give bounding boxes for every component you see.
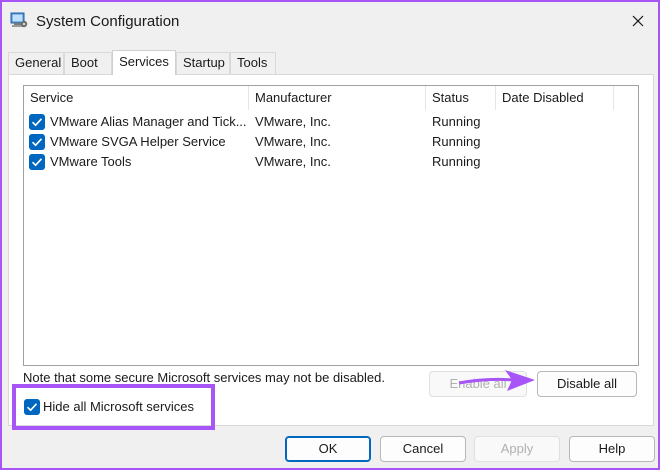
services-panel: Service Manufacturer Status Date Disable…: [8, 74, 654, 426]
service-status: Running: [432, 134, 481, 149]
service-manufacturer: VMware, Inc.: [255, 154, 331, 169]
checkbox-checked-icon[interactable]: [29, 114, 45, 130]
title-bar: System Configuration: [2, 2, 658, 42]
service-name: VMware Tools: [50, 154, 132, 169]
apply-button[interactable]: Apply: [474, 436, 560, 462]
column-header-date-disabled[interactable]: Date Disabled: [496, 86, 614, 110]
ok-button[interactable]: OK: [285, 436, 371, 462]
table-row[interactable]: VMware Tools VMware, Inc. Running: [24, 152, 638, 172]
service-status: Running: [432, 114, 481, 129]
service-date-disabled: [502, 132, 612, 152]
tab-startup[interactable]: Startup: [176, 52, 230, 74]
table-row[interactable]: VMware Alias Manager and Tick... VMware,…: [24, 112, 638, 132]
service-status: Running: [432, 154, 481, 169]
checkbox-checked-icon[interactable]: [24, 399, 40, 415]
tab-boot[interactable]: Boot: [64, 52, 112, 74]
checkbox-checked-icon[interactable]: [29, 134, 45, 150]
close-icon[interactable]: [624, 8, 652, 34]
tab-services[interactable]: Services: [112, 50, 176, 75]
column-header-status[interactable]: Status: [426, 86, 496, 110]
tab-general[interactable]: General: [8, 52, 64, 74]
services-list[interactable]: Service Manufacturer Status Date Disable…: [23, 85, 639, 366]
column-header-service[interactable]: Service: [24, 86, 249, 110]
secure-services-note: Note that some secure Microsoft services…: [23, 370, 385, 385]
column-header-manufacturer[interactable]: Manufacturer: [249, 86, 426, 110]
system-configuration-window: System Configuration General Boot Servic…: [0, 0, 660, 470]
service-date-disabled: [502, 112, 612, 132]
dialog-button-bar: OK Cancel Apply Help: [2, 426, 658, 468]
help-button[interactable]: Help: [569, 436, 655, 462]
checkbox-checked-icon[interactable]: [29, 154, 45, 170]
table-row[interactable]: VMware SVGA Helper Service VMware, Inc. …: [24, 132, 638, 152]
service-name: VMware Alias Manager and Tick...: [50, 114, 246, 129]
tab-tools[interactable]: Tools: [230, 52, 276, 74]
annotation-arrow-icon: [458, 370, 535, 391]
service-name: VMware SVGA Helper Service: [50, 134, 226, 149]
cancel-button[interactable]: Cancel: [380, 436, 466, 462]
service-manufacturer: VMware, Inc.: [255, 134, 331, 149]
disable-all-button[interactable]: Disable all: [537, 371, 637, 397]
msconfig-app-icon: [10, 12, 28, 28]
window-title: System Configuration: [36, 13, 180, 30]
list-header: Service Manufacturer Status Date Disable…: [24, 86, 638, 110]
hide-microsoft-services-label: Hide all Microsoft services: [43, 399, 194, 414]
service-manufacturer: VMware, Inc.: [255, 114, 331, 129]
service-date-disabled: [502, 152, 612, 172]
